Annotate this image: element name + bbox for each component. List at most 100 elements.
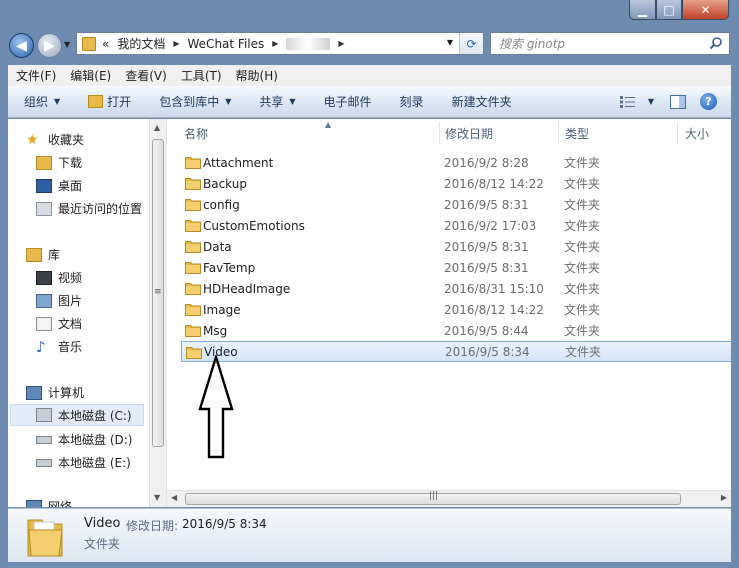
video-library-icon (36, 270, 52, 285)
breadcrumb-arrow-icon[interactable]: ▶ (173, 39, 179, 48)
sidebar-item-downloads[interactable]: 下载 (36, 154, 82, 171)
table-row[interactable]: Msg 2016/9/5 8:44 文件夹 (181, 320, 731, 341)
sidebar-item-label: 下载 (58, 156, 83, 170)
include-library-label: 包含到库中 (159, 95, 220, 109)
menu-edit[interactable]: 编辑(E) (70, 67, 111, 84)
table-row[interactable]: FavTemp 2016/9/5 8:31 文件夹 (181, 257, 731, 278)
sidebar-item-drive-e[interactable]: 本地磁盘 (E:) (36, 454, 131, 471)
column-name[interactable]: 名称 ▲ (184, 120, 438, 144)
sidebar-item-documents[interactable]: 文档 (36, 315, 82, 332)
table-row[interactable]: CustomEmotions 2016/9/2 17:03 文件夹 (181, 215, 731, 236)
forward-button[interactable]: ▶ (37, 33, 62, 58)
search-input[interactable]: 搜索 ginotp (499, 35, 565, 52)
sidebar-item-label: 视频 (58, 271, 83, 285)
file-name: Attachment (203, 155, 274, 170)
search-box[interactable]: 搜索 ginotp (490, 32, 730, 55)
chevron-down-icon[interactable]: ▼ (648, 97, 654, 106)
open-button[interactable]: 打开 (88, 93, 131, 110)
annotation-arrow-icon (198, 355, 234, 459)
recent-pages-dropdown[interactable]: ▼ (64, 40, 74, 50)
sidebar-item-label: 桌面 (58, 179, 83, 193)
menu-file[interactable]: 文件(F) (16, 67, 56, 84)
sidebar-item-libraries[interactable]: 库 (26, 246, 60, 263)
minimize-button[interactable]: ▁ (629, 0, 656, 20)
menu-view[interactable]: 查看(V) (125, 67, 167, 84)
address-dropdown-icon[interactable]: ▼ (447, 38, 453, 47)
file-date: 2016/9/2 8:28 (444, 155, 529, 170)
table-row[interactable]: Backup 2016/8/12 14:22 文件夹 (181, 173, 731, 194)
sidebar-item-recent[interactable]: 最近访问的位置 (36, 200, 142, 217)
email-button[interactable]: 电子邮件 (324, 93, 372, 110)
back-button[interactable]: ◀ (9, 33, 34, 58)
view-options-icon[interactable] (619, 95, 636, 108)
search-icon[interactable] (709, 36, 723, 50)
sidebar-item-computer[interactable]: 计算机 (26, 384, 84, 401)
column-divider[interactable] (677, 122, 678, 144)
drive-icon (36, 458, 52, 467)
file-type: 文件夹 (564, 219, 601, 233)
file-type: 文件夹 (564, 261, 601, 275)
sidebar-item-videos[interactable]: 视频 (36, 269, 82, 286)
table-row-selected[interactable]: Video 2016/9/5 8:34 文件夹 (181, 341, 731, 362)
folder-icon (185, 283, 201, 295)
sidebar-item-pictures[interactable]: 图片 (36, 292, 82, 309)
new-folder-label: 新建文件夹 (451, 95, 512, 109)
close-button[interactable]: ✕ (682, 0, 729, 20)
breadcrumb-arrow-icon[interactable]: ▶ (338, 39, 344, 48)
column-size[interactable]: 大小 (685, 122, 731, 144)
sidebar-item-desktop[interactable]: 桌面 (36, 177, 82, 194)
sidebar-item-music[interactable]: ♪ 音乐 (36, 338, 82, 355)
table-row[interactable]: Attachment 2016/9/2 8:28 文件夹 (181, 152, 731, 173)
file-type: 文件夹 (564, 303, 601, 317)
new-folder-button[interactable]: 新建文件夹 (452, 93, 512, 110)
address-segment-redacted[interactable] (286, 37, 331, 50)
column-date[interactable]: 修改日期 (445, 122, 555, 144)
column-date-label: 修改日期 (445, 126, 494, 141)
details-pane: Video 修改日期: 2016/9/5 8:34 文件夹 (8, 508, 731, 562)
table-row[interactable]: Image 2016/8/12 14:22 文件夹 (181, 299, 731, 320)
share-button[interactable]: 共享 ▼ (259, 93, 295, 110)
table-row[interactable]: HDHeadImage 2016/8/31 15:10 文件夹 (181, 278, 731, 299)
sidebar-item-label: 最近访问的位置 (58, 202, 143, 216)
documents-library-icon (36, 316, 52, 331)
sidebar-item-network[interactable]: 网络 (26, 498, 72, 507)
menu-tools[interactable]: 工具(T) (181, 67, 222, 84)
scroll-right-icon[interactable]: ▶ (721, 493, 727, 502)
navigation-scrollbar[interactable]: ▲ ≡ ▼ (149, 119, 166, 507)
open-label: 打开 (107, 95, 132, 109)
share-label: 共享 (259, 95, 284, 109)
address-overflow-chevron[interactable]: « (102, 37, 109, 51)
file-date: 2016/8/31 15:10 (444, 281, 544, 296)
column-divider[interactable] (558, 122, 559, 144)
address-segment-wechat-files[interactable]: WeChat Files (188, 37, 265, 51)
sidebar-item-drive-d[interactable]: 本地磁盘 (D:) (36, 431, 132, 448)
file-date: 2016/8/12 14:22 (444, 176, 544, 191)
column-divider[interactable] (439, 122, 440, 144)
organize-button[interactable]: 组织 ▼ (24, 93, 60, 110)
burn-button[interactable]: 刻录 (400, 93, 424, 110)
sidebar-item-drive-c[interactable]: 本地磁盘 (C:) (10, 404, 144, 426)
sidebar-item-favorites[interactable]: ★ 收藏夹 (26, 131, 84, 148)
scroll-left-icon[interactable]: ◀ (171, 493, 177, 502)
sidebar-item-label: 本地磁盘 (E:) (58, 456, 131, 470)
breadcrumb-arrow-icon[interactable]: ▶ (272, 39, 278, 48)
organize-label: 组织 (24, 95, 49, 109)
maximize-button[interactable]: □ (656, 0, 682, 20)
menu-help[interactable]: 帮助(H) (236, 67, 278, 84)
folder-icon (82, 36, 96, 51)
explorer-window: ▁ □ ✕ ◀ ▶ ▼ « 我的文档 ▶ WeChat Files ▶ ▶ ▼ … (0, 0, 739, 568)
address-segment-documents[interactable]: 我的文档 (117, 35, 165, 52)
system-drive-icon (36, 408, 52, 422)
table-row[interactable]: config 2016/9/5 8:31 文件夹 (181, 194, 731, 215)
table-row[interactable]: Data 2016/9/5 8:31 文件夹 (181, 236, 731, 257)
caption-buttons: ▁ □ ✕ (629, 0, 729, 20)
help-icon[interactable]: ? (700, 93, 717, 110)
preview-pane-icon[interactable] (670, 94, 686, 109)
address-bar[interactable]: « 我的文档 ▶ WeChat Files ▶ ▶ ▼ ⟳ (76, 32, 484, 55)
refresh-button[interactable]: ⟳ (459, 33, 483, 54)
scroll-up-icon[interactable]: ▲ (154, 123, 160, 132)
column-type[interactable]: 类型 (565, 122, 675, 144)
include-in-library-button[interactable]: 包含到库中 ▼ (159, 93, 231, 110)
horizontal-scrollbar[interactable]: ◀ ||| ▶ (167, 490, 731, 507)
scroll-down-icon[interactable]: ▼ (154, 493, 160, 502)
